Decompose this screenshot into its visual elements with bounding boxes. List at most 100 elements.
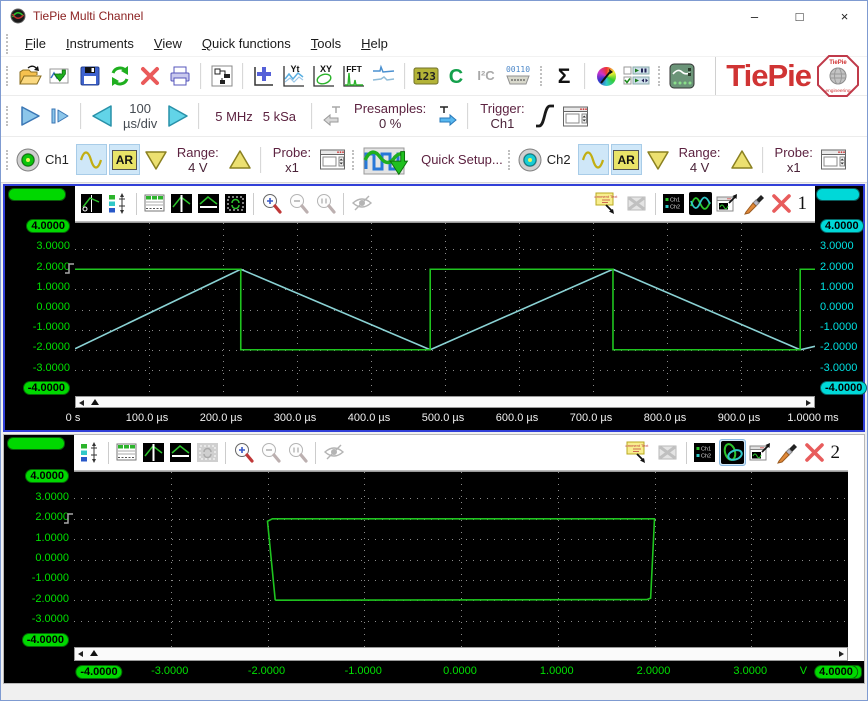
export-graph-button[interactable]: [748, 440, 773, 465]
toolbar-grip[interactable]: [508, 150, 513, 170]
ch1-range-up-button[interactable]: [226, 145, 254, 175]
toolbar-grip[interactable]: [6, 66, 11, 86]
autodisable-view-button[interactable]: [321, 440, 346, 465]
graph2-ch1-axis-handle[interactable]: [7, 437, 65, 450]
y-axis-range-button[interactable]: 4.0000: [820, 219, 864, 233]
toolbar-grip[interactable]: [6, 34, 11, 54]
scroll-right-icon[interactable]: [806, 400, 811, 406]
zoom-out-button[interactable]: [258, 440, 283, 465]
trigger-position-marker-icon[interactable]: [90, 650, 98, 656]
refresh-button[interactable]: [106, 61, 134, 91]
values-table-button[interactable]: [142, 191, 167, 216]
y-axis-range-button[interactable]: 4.0000: [25, 469, 69, 483]
add-trace-button[interactable]: [370, 61, 398, 91]
menu-file[interactable]: File: [15, 36, 56, 51]
x-axis-range-button[interactable]: -4.0000: [75, 665, 122, 679]
autodisable-view-button[interactable]: [349, 191, 374, 216]
menu-quick-functions[interactable]: Quick functions: [192, 36, 301, 51]
channel-offsets-button[interactable]: [78, 440, 103, 465]
serial-protocol-button[interactable]: 00110: [502, 61, 534, 91]
edit-graph-button[interactable]: [775, 440, 800, 465]
delete-button[interactable]: [136, 61, 164, 91]
object-tree-button[interactable]: [208, 61, 236, 91]
trigger-slope-button[interactable]: [532, 101, 560, 131]
toolbar-grip[interactable]: [540, 66, 545, 86]
add-comment-button[interactable]: Comment Text: [593, 191, 623, 216]
yt-mode-button[interactable]: [688, 191, 713, 216]
instrument-manager-button[interactable]: [622, 61, 652, 91]
menu-help[interactable]: Help: [351, 36, 398, 51]
trigger-position-marker-icon[interactable]: [91, 399, 99, 405]
zoom-in-button[interactable]: [259, 191, 284, 216]
ch2-settings-button[interactable]: [820, 145, 848, 175]
scroll-left-icon[interactable]: [79, 400, 84, 406]
trigger-level-marker[interactable]: [65, 261, 75, 279]
ch1-bnc-icon[interactable]: [15, 147, 41, 173]
close-graph-button[interactable]: [802, 440, 827, 465]
y-axis-range-button[interactable]: 4.0000: [26, 219, 70, 233]
maximize-icon[interactable]: □: [777, 1, 822, 31]
zoom-undo-button[interactable]: [313, 191, 338, 216]
presamples-decrease-button[interactable]: [319, 101, 347, 131]
presamples-increase-button[interactable]: [433, 101, 461, 131]
horizontal-cursor-button[interactable]: [196, 191, 221, 216]
open-file-button[interactable]: [16, 61, 44, 91]
ch2-autorange-button[interactable]: AR: [611, 144, 642, 175]
settings-button[interactable]: [592, 61, 620, 91]
ch2-range-up-button[interactable]: [728, 145, 756, 175]
quick-setup-button[interactable]: [362, 145, 414, 175]
values-table-button[interactable]: [114, 440, 139, 465]
sum-channels-button[interactable]: Σ: [550, 61, 578, 91]
add-yt-graph-button[interactable]: Yt: [280, 61, 308, 91]
oneshot-button[interactable]: [46, 101, 74, 131]
ch2-range-down-button[interactable]: [644, 145, 672, 175]
save-button[interactable]: [76, 61, 104, 91]
trigger-settings-button[interactable]: [562, 101, 590, 131]
scroll-right-icon[interactable]: [839, 651, 844, 657]
y-axis-range-button[interactable]: -4.0000: [23, 381, 70, 395]
import-data-button[interactable]: [46, 61, 74, 91]
close-graph-button[interactable]: [769, 191, 794, 216]
y-axis-range-button[interactable]: -4.0000: [820, 381, 867, 395]
remove-comment-button[interactable]: [625, 191, 650, 216]
add-comment-button[interactable]: Comment Text: [624, 440, 654, 465]
graph2-plot[interactable]: [74, 471, 848, 647]
channel-offsets-button[interactable]: [106, 191, 131, 216]
add-graph-button[interactable]: [250, 61, 278, 91]
legend-button[interactable]: Ch1Ch2: [692, 440, 717, 465]
x-axis-range-button[interactable]: 4.0000: [814, 665, 858, 679]
menu-tools[interactable]: Tools: [301, 36, 351, 51]
menu-instruments[interactable]: Instruments: [56, 36, 144, 51]
toolbar-grip[interactable]: [352, 150, 357, 170]
ch2-coupling-button[interactable]: [578, 144, 609, 175]
xy-mode-button[interactable]: [719, 439, 746, 466]
legend-button[interactable]: Ch1Ch2: [661, 191, 686, 216]
zoom-in-button[interactable]: [231, 440, 256, 465]
edit-graph-button[interactable]: [742, 191, 767, 216]
ch1-autorange-button[interactable]: AR: [109, 144, 140, 175]
scroll-left-icon[interactable]: [78, 651, 83, 657]
export-graph-button[interactable]: [715, 191, 740, 216]
horizontal-cursor-button[interactable]: [168, 440, 193, 465]
can-bus-button[interactable]: C: [442, 61, 470, 91]
graph1-plot[interactable]: [75, 222, 815, 396]
add-xy-graph-button[interactable]: XY: [310, 61, 338, 91]
graph1-ch1-axis-handle[interactable]: [8, 188, 66, 201]
y-axis-range-button[interactable]: -4.0000: [22, 633, 69, 647]
remove-comment-button[interactable]: [656, 440, 681, 465]
ch1-range-down-button[interactable]: [142, 145, 170, 175]
close-icon[interactable]: ×: [822, 1, 867, 31]
i2c-button[interactable]: I²C: [472, 61, 500, 91]
toolbar-grip[interactable]: [6, 106, 11, 126]
app-graph-button[interactable]: [668, 61, 696, 91]
trigger-level-marker[interactable]: [64, 511, 74, 529]
ch1-settings-button[interactable]: [318, 145, 346, 175]
ch2-bnc-icon[interactable]: [517, 147, 543, 173]
menu-view[interactable]: View: [144, 36, 192, 51]
add-meter-button[interactable]: 123: [412, 61, 440, 91]
zoom-out-button[interactable]: [286, 191, 311, 216]
quick-setup-label[interactable]: Quick Setup...: [421, 152, 503, 167]
zoom-undo-button[interactable]: [285, 440, 310, 465]
graph1-scrollbar[interactable]: [75, 396, 815, 408]
vertical-cursor-button[interactable]: [141, 440, 166, 465]
